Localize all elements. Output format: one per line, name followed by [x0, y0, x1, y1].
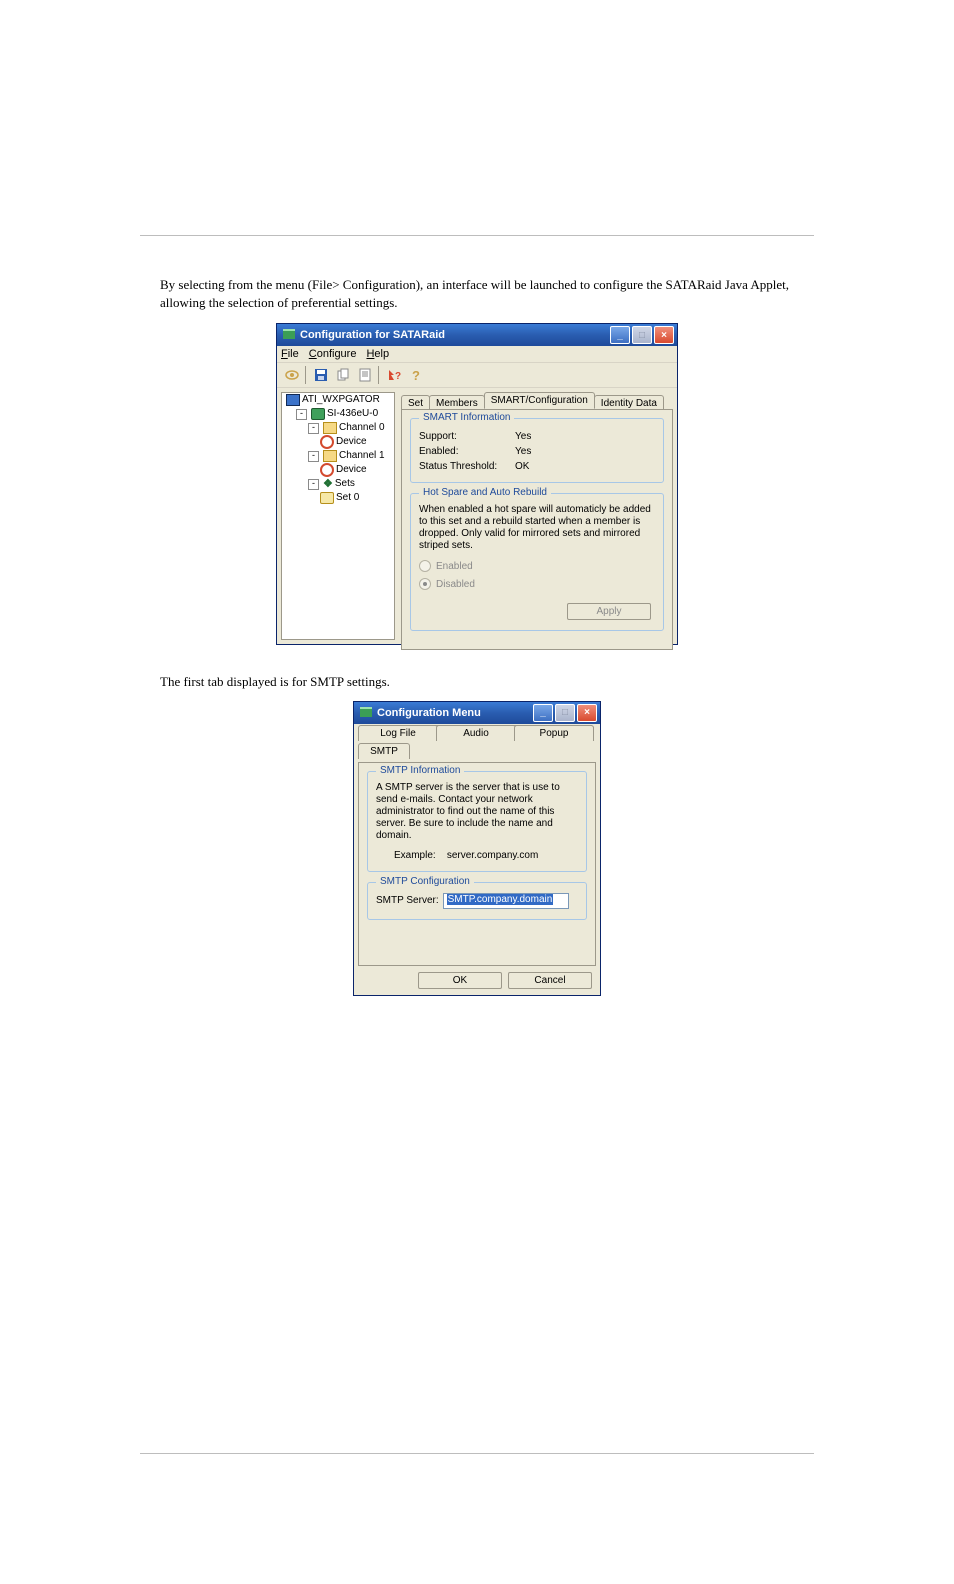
smtp-server-label: SMTP Server: — [376, 895, 439, 906]
minimize-button[interactable]: _ — [610, 326, 630, 344]
cancel-button[interactable]: Cancel — [508, 972, 592, 989]
device-icon — [320, 463, 334, 477]
tab-smtp[interactable]: SMTP — [358, 743, 410, 759]
tree-adapter[interactable]: -SI-436eU-0 — [286, 407, 394, 421]
smtp-info-title: SMTP Information — [376, 765, 464, 776]
smtp-info-group: SMTP Information A SMTP server is the se… — [367, 771, 587, 872]
help-icon[interactable]: ? — [406, 365, 426, 385]
smart-info-group: SMART Information Support:Yes Enabled:Ye… — [410, 418, 664, 483]
menu-help[interactable]: HelpHelp — [366, 348, 389, 360]
minimize-button[interactable]: _ — [533, 704, 553, 722]
hotspare-group-title: Hot Spare and Auto Rebuild — [419, 487, 551, 498]
smtp-config-group: SMTP Configuration SMTP Server: SMTP.com… — [367, 882, 587, 920]
apply-button[interactable]: Apply — [567, 603, 651, 620]
support-value: Yes — [515, 429, 531, 444]
tab-popup[interactable]: Popup — [514, 725, 594, 741]
menu-file[interactable]: FFileile — [281, 348, 299, 360]
tree-device-0[interactable]: Device — [286, 435, 394, 449]
threshold-label: Status Threshold: — [419, 459, 515, 474]
threshold-value: OK — [515, 459, 529, 474]
tree-sets[interactable]: -❖Sets — [286, 477, 394, 491]
smtp-tab-page: SMTP Information A SMTP server is the se… — [358, 762, 596, 966]
radio-icon — [419, 560, 431, 572]
chip-icon — [311, 408, 325, 420]
radio-icon — [419, 578, 431, 590]
toolbar: ? ? — [277, 362, 677, 388]
ok-button[interactable]: OK — [418, 972, 502, 989]
close-button[interactable]: × — [577, 704, 597, 722]
save-icon[interactable] — [311, 365, 331, 385]
support-label: Support: — [419, 429, 515, 444]
collapse-icon[interactable]: - — [308, 451, 319, 462]
tree-device-1[interactable]: Device — [286, 463, 394, 477]
svg-text:?: ? — [412, 368, 420, 382]
smtp-example: Example: server.company.com — [376, 850, 578, 861]
device-tree[interactable]: ATI_WXPGATOR -SI-436eU-0 -Channel 0 Devi… — [281, 392, 395, 640]
detail-tabs: Set Members SMART/Configuration Identity… — [401, 392, 673, 409]
configuration-menu-window: Configuration Menu _ □ × Log File Audio … — [353, 701, 601, 996]
window-titlebar[interactable]: Configuration Menu _ □ × — [354, 702, 600, 724]
window-title: Configuration for SATARaid — [300, 329, 445, 341]
tab-log-file[interactable]: Log File — [358, 725, 438, 741]
tab-audio[interactable]: Audio — [436, 725, 516, 741]
pc-icon — [286, 394, 300, 406]
maximize-button[interactable]: □ — [632, 326, 652, 344]
close-button[interactable]: × — [654, 326, 674, 344]
menu-configure[interactable]: ConfigureConfigure — [309, 348, 357, 360]
eye-icon[interactable] — [282, 365, 302, 385]
tree-channel-1[interactable]: -Channel 1 — [286, 449, 394, 463]
tree-set-0[interactable]: Set 0 — [286, 491, 394, 505]
menu-bar: FFileile ConfigureConfigure HelpHelp — [277, 346, 677, 362]
tree-channel-0[interactable]: -Channel 0 — [286, 421, 394, 435]
smtp-info-text: A SMTP server is the server that is use … — [376, 782, 578, 842]
set-icon — [320, 492, 334, 504]
folder-icon — [323, 422, 337, 434]
collapse-icon[interactable]: - — [296, 409, 307, 420]
hotspare-group: Hot Spare and Auto Rebuild When enabled … — [410, 493, 664, 631]
tab-smart-configuration[interactable]: SMART/Configuration — [484, 392, 595, 409]
sets-icon: ❖ — [323, 479, 333, 489]
enabled-label: Enabled: — [419, 444, 515, 459]
collapse-icon[interactable]: - — [308, 423, 319, 434]
tree-root[interactable]: ATI_WXPGATOR — [286, 393, 394, 407]
copy-icon[interactable] — [333, 365, 353, 385]
page-icon[interactable] — [355, 365, 375, 385]
help-contextual-icon[interactable]: ? — [384, 365, 404, 385]
folder-icon — [323, 450, 337, 462]
device-icon — [320, 435, 334, 449]
maximize-button[interactable]: □ — [555, 704, 575, 722]
smart-group-title: SMART Information — [419, 412, 514, 423]
app-icon — [360, 707, 372, 719]
intro-paragraph: By selecting from the menu (File> Config… — [160, 276, 794, 311]
svg-text:?: ? — [395, 371, 401, 382]
mid-paragraph: The first tab displayed is for SMTP sett… — [160, 673, 794, 691]
window-title: Configuration Menu — [377, 707, 481, 719]
radio-enabled[interactable]: Enabled — [419, 560, 655, 572]
enabled-value: Yes — [515, 444, 531, 459]
tab-page: SMART Information Support:Yes Enabled:Ye… — [401, 409, 673, 650]
collapse-icon[interactable]: - — [308, 479, 319, 490]
hotspare-desc: When enabled a hot spare will automaticl… — [419, 504, 655, 552]
smtp-server-input[interactable]: SMTP.company.domain — [443, 893, 569, 909]
sataraid-config-window: Configuration for SATARaid _ □ × FFileil… — [276, 323, 678, 645]
config-tabs: Log File Audio Popup SMTP E-mail Notific… — [354, 724, 600, 762]
app-icon — [283, 329, 295, 341]
smtp-config-title: SMTP Configuration — [376, 876, 474, 887]
window-titlebar[interactable]: Configuration for SATARaid _ □ × — [277, 324, 677, 346]
radio-disabled[interactable]: Disabled — [419, 578, 655, 590]
